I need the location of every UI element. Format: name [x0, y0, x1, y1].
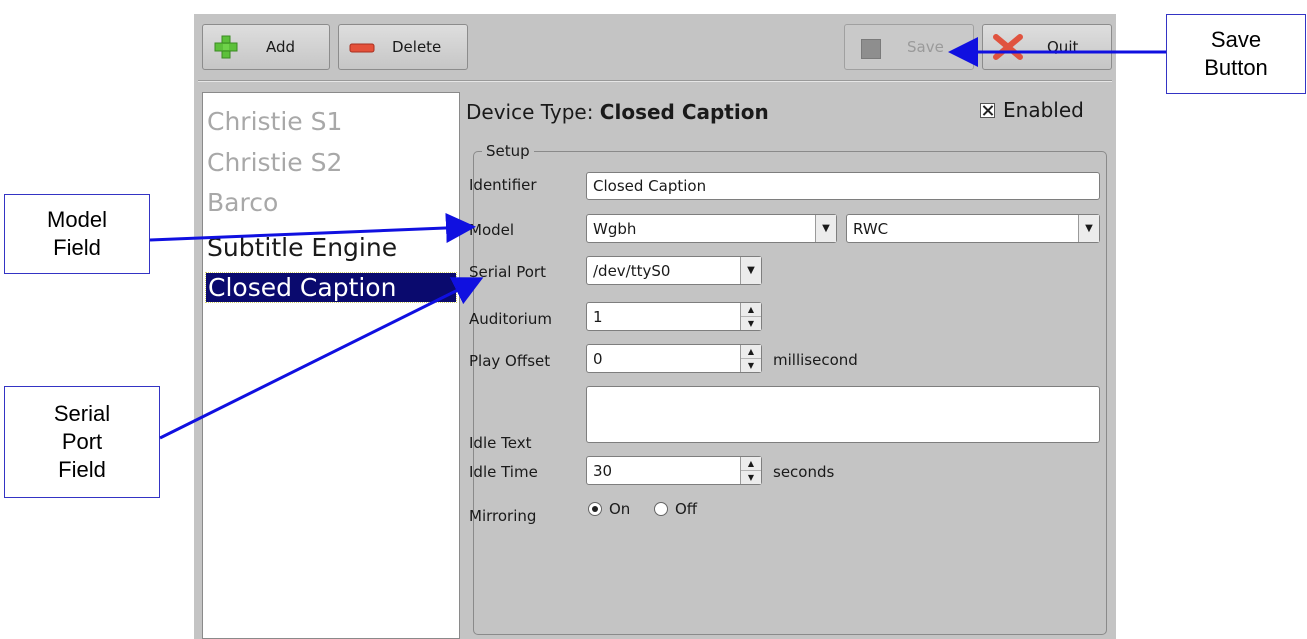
- model-callout-arrow: [149, 212, 476, 243]
- callout-arrows: [149, 37, 1166, 440]
- serial-callout-arrow: [159, 277, 484, 440]
